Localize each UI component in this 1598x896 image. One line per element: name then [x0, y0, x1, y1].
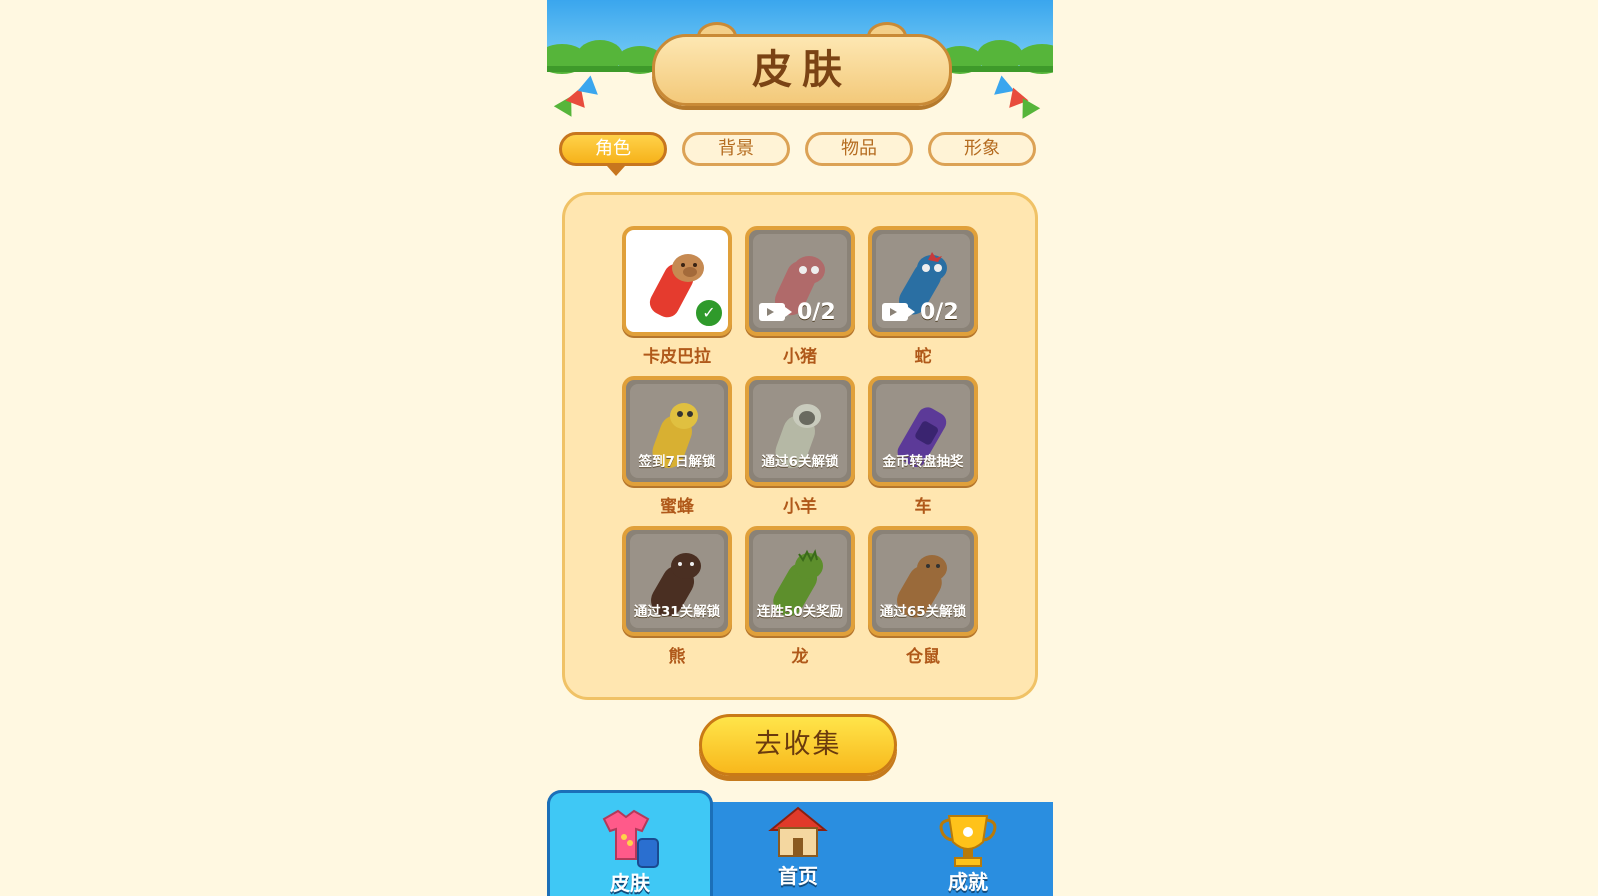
video-progress: 0/2: [920, 299, 959, 325]
tab-pointer: [607, 166, 625, 176]
skin-item: 连胜50关奖励 龙: [745, 526, 855, 667]
skin-item: 0/2 小猪: [745, 226, 855, 367]
skin-item: 通过6关解锁 小羊: [745, 376, 855, 517]
house-icon: [768, 806, 828, 857]
tab-avatar[interactable]: 形象: [928, 132, 1036, 166]
skin-name: 龙: [791, 647, 809, 667]
skin-name: 车: [914, 497, 932, 517]
shirt-icon: [602, 809, 659, 868]
skin-name: 卡皮巴拉: [643, 347, 711, 367]
bottom-nav: 皮肤 首页 成就: [547, 790, 1053, 896]
skin-card-bear[interactable]: 通过31关解锁: [622, 526, 732, 636]
unlock-condition: 通过65关解锁: [879, 604, 967, 620]
tab-items[interactable]: 物品: [805, 132, 913, 166]
skin-card-capybara[interactable]: ✓: [622, 226, 732, 336]
skin-panel: ✓ 卡皮巴拉 0/2 小猪 0/2 蛇 签到7日解锁 蜜蜂 通过6关解锁 小羊 …: [562, 192, 1038, 700]
skin-name: 蛇: [914, 347, 932, 367]
unlock-condition: 通过6关解锁: [761, 454, 839, 470]
skin-item: ✓ 卡皮巴拉: [622, 226, 732, 367]
unlock-condition: 签到7日解锁: [638, 454, 716, 470]
video-icon: [882, 303, 915, 321]
unlock-condition: 连胜50关奖励: [756, 604, 844, 620]
skin-name: 小羊: [783, 497, 817, 517]
nav-label: 首页: [778, 864, 818, 888]
video-unlock: 0/2: [759, 299, 836, 325]
tab-background[interactable]: 背景: [682, 132, 790, 166]
skin-name: 小猪: [783, 347, 817, 367]
skin-card-bee[interactable]: 签到7日解锁: [622, 376, 732, 486]
skin-card-snake[interactable]: 0/2: [868, 226, 978, 336]
skin-item: 0/2 蛇: [868, 226, 978, 367]
title-plank: 皮肤: [652, 34, 952, 106]
nav-home[interactable]: 首页: [713, 802, 883, 896]
page-title: 皮肤: [752, 47, 852, 93]
skin-item: 签到7日解锁 蜜蜂: [622, 376, 732, 517]
video-unlock: 0/2: [882, 299, 959, 325]
nav-label: 成就: [948, 870, 988, 894]
skin-card-car[interactable]: 金币转盘抽奖: [868, 376, 978, 486]
unlock-condition: 金币转盘抽奖: [882, 454, 964, 470]
skin-name: 蜜蜂: [660, 497, 694, 517]
nav-skin[interactable]: 皮肤: [547, 790, 713, 896]
video-progress: 0/2: [797, 299, 836, 325]
skin-item: 通过65关解锁 仓鼠: [868, 526, 978, 667]
selected-check-icon: ✓: [694, 298, 724, 328]
skin-card-sheep[interactable]: 通过6关解锁: [745, 376, 855, 486]
skin-card-pig[interactable]: 0/2: [745, 226, 855, 336]
unlock-condition: 通过31关解锁: [633, 604, 721, 620]
skin-item: 通过31关解锁 熊: [622, 526, 732, 667]
skin-card-hamster[interactable]: 通过65关解锁: [868, 526, 978, 636]
video-icon: [759, 303, 792, 321]
skin-name: 仓鼠: [906, 647, 940, 667]
nav-label: 皮肤: [610, 871, 650, 895]
skin-item: 金币转盘抽奖 车: [868, 376, 978, 517]
skin-name: 熊: [668, 647, 686, 667]
collect-button[interactable]: 去收集: [699, 714, 897, 776]
game-screen: 皮肤 角色 背景 物品 形象 ✓ 卡皮巴拉 0/2 小猪 0/2 蛇 签到7日解…: [547, 0, 1053, 896]
nav-achievement[interactable]: 成就: [883, 802, 1053, 896]
skin-card-dragon[interactable]: 连胜50关奖励: [745, 526, 855, 636]
tab-role[interactable]: 角色: [559, 132, 667, 166]
